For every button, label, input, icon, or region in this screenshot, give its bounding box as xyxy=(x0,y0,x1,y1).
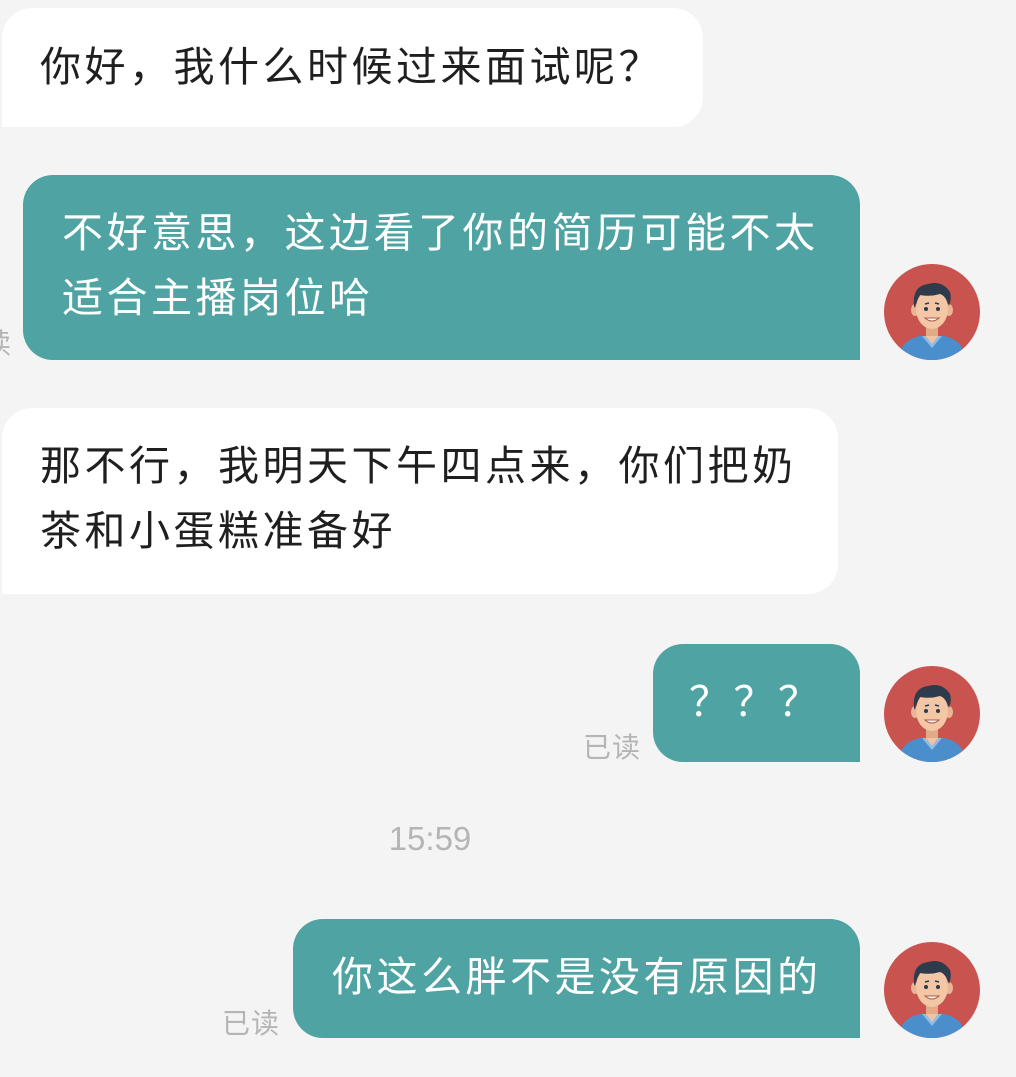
man-avatar-icon[interactable] xyxy=(884,666,980,762)
message-text: 你好，我什么时候过来面试呢？ xyxy=(40,43,663,91)
outgoing-message-bubble[interactable]: ？？？ xyxy=(653,644,860,762)
incoming-message-bubble[interactable]: 你好，我什么时候过来面试呢？ xyxy=(2,8,703,127)
message-text: 你这么胖不是没有原因的 xyxy=(332,953,822,1001)
man-avatar-icon[interactable] xyxy=(884,264,980,360)
man-avatar-icon[interactable] xyxy=(884,942,980,1038)
message-text: 那不行，我明天下午四点来，你们把奶茶和小蛋糕准备好 xyxy=(40,442,797,555)
outgoing-message-bubble[interactable]: 不好意思，这边看了你的简历可能不太适合主播岗位哈 xyxy=(23,175,860,360)
outgoing-message-bubble[interactable]: 你这么胖不是没有原因的 xyxy=(293,919,860,1038)
read-receipt: 已读 xyxy=(583,731,642,764)
message-text: ？？？ xyxy=(689,678,823,726)
message-text: 不好意思，这边看了你的简历可能不太适合主播岗位哈 xyxy=(62,209,819,322)
incoming-message-bubble[interactable]: 那不行，我明天下午四点来，你们把奶茶和小蛋糕准备好 xyxy=(2,408,838,594)
read-receipt: 已读 xyxy=(0,322,12,362)
chat-conversation[interactable]: 你好，我什么时候过来面试呢？ 不好意思，这边看了你的简历可能不太适合主播岗位哈 … xyxy=(0,0,1016,1077)
read-receipt: 已读 xyxy=(222,1007,281,1040)
time-separator: 15:59 xyxy=(388,820,472,857)
